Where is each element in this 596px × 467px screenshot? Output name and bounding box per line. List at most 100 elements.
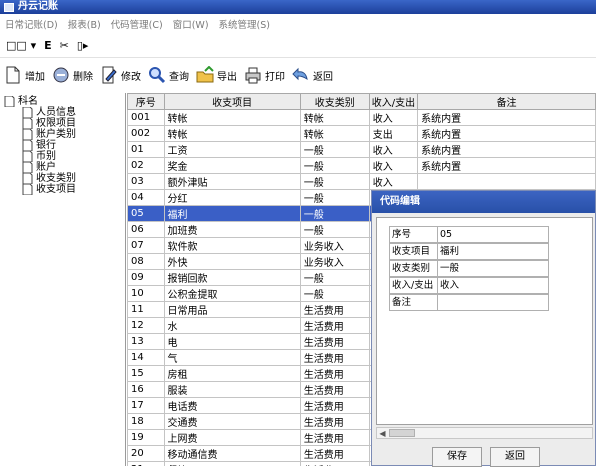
col-header-item[interactable]: 收支项目 [163,93,301,110]
menu-report[interactable]: 报表(B) [68,17,101,31]
cell-item: 转帐 [163,125,301,142]
document-icon [4,96,15,107]
table-row[interactable]: 001 转帐 转帐 收入 系统内置 [127,109,596,126]
horizontal-scrollbar[interactable]: ◀ [376,427,593,439]
table-row[interactable]: 02 奖金 一般 收入 系统内置 [127,157,596,174]
document-icon [22,118,33,129]
delete-button[interactable]: 删除 [52,66,93,84]
cell-item: 气 [163,349,301,366]
tree-item-income-item[interactable]: 收支项目 [22,184,76,195]
field-direction-input[interactable]: 收入 [437,277,549,294]
cell-category: 生活费用 [299,397,370,414]
tree-item-label: 币别 [36,151,56,162]
tree-item-label: 银行 [36,140,56,151]
cell-category: 生活费用 [299,301,370,318]
cell-category: 一般 [299,221,370,238]
back-button[interactable]: 返回 [292,66,333,84]
cell-no: 05 [127,205,165,222]
col-header-direction[interactable]: 收入/支出 [368,93,419,110]
save-button[interactable]: 保存 [432,447,482,467]
tree-item-permissions[interactable]: 权限项目 [22,118,76,129]
tree-item-personnel[interactable]: 人员信息 [22,107,76,118]
col-header-no[interactable]: 序号 [127,93,165,110]
cell-no: 16 [127,381,165,398]
table-row[interactable]: 03 额外津贴 一般 收入 [127,173,596,190]
cell-item: 转帐 [163,109,301,126]
cell-no: 002 [127,125,165,142]
dialog-back-button[interactable]: 返回 [490,447,540,467]
cell-category: 转帐 [299,125,370,142]
scroll-thumb[interactable] [389,429,415,437]
document-icon [22,129,33,140]
cell-category: 生活费用 [299,365,370,382]
tree-item-label: 人员信息 [36,107,76,118]
document-icon [22,107,33,118]
cell-category: 一般 [299,285,370,302]
printer-icon [245,67,261,84]
field-item-input[interactable]: 福利 [437,243,549,260]
scroll-left-icon[interactable]: ◀ [378,429,387,438]
menu-code[interactable]: 代码管理(C) [111,17,163,31]
tool-strip: □□ ▾ E ✂ ▯▸ [0,34,596,58]
print-button[interactable]: 打印 [244,66,285,84]
tree-root-label: 科名 [18,96,38,107]
edit-button[interactable]: 修改 [100,66,141,84]
dialog-form: 序号 05 收支项目 福利 收支类别 一般 收入/支出 收入 备注 [376,217,593,425]
query-button[interactable]: 查询 [148,66,189,84]
cell-no: 19 [127,429,165,446]
add-button[interactable]: 增加 [4,66,45,84]
tree-item-bank[interactable]: 银行 [22,140,56,151]
menu-daily[interactable]: 日常记账(D) [5,17,58,31]
cell-category: 转帐 [299,109,370,126]
menu-system[interactable]: 系统管理(S) [219,17,270,31]
document-icon [6,66,20,84]
cell-no: 03 [127,173,165,190]
field-no-input[interactable]: 05 [437,226,549,243]
table-row[interactable]: 01 工资 一般 收入 系统内置 [127,141,596,158]
tree-item-account-type[interactable]: 账户类别 [22,129,76,140]
format-icon[interactable]: E [44,39,52,52]
menu-bar: 日常记账(D) 报表(B) 代码管理(C) 窗口(W) 系统管理(S) [0,15,596,33]
field-row-remark: 备注 [389,294,549,311]
window-icon[interactable]: ▯▸ [77,39,89,52]
field-remark-input[interactable] [437,294,549,311]
cell-direction: 收入 [368,173,419,190]
tree-root[interactable]: 科名 [4,96,38,107]
title-bar: 丹云记账 [0,0,596,14]
cell-no: 001 [127,109,165,126]
document-icon [22,162,33,173]
document-icon [22,173,33,184]
print-label: 打印 [265,71,285,83]
field-label: 备注 [389,294,437,311]
cell-item: 工资 [163,141,301,158]
col-header-remark[interactable]: 备注 [417,93,596,110]
document-icon [22,184,33,195]
folder-export-icon [196,66,214,83]
col-header-category[interactable]: 收支类别 [299,93,370,110]
tree-item-income-category[interactable]: 收支类别 [22,173,76,184]
cell-category: 生活费用 [299,461,370,466]
table-row[interactable]: 002 转帐 转帐 支出 系统内置 [127,125,596,142]
cell-no: 02 [127,157,165,174]
cell-no: 04 [127,189,165,206]
cell-category: 业务收入 [299,253,370,270]
cell-item: 分红 [163,189,301,206]
cut-icon[interactable]: ✂ [60,39,69,52]
cell-no: 06 [127,221,165,238]
tree-item-currency[interactable]: 币别 [22,151,56,162]
delete-label: 删除 [73,71,93,83]
menu-window[interactable]: 窗口(W) [173,17,209,31]
cell-category: 生活费用 [299,349,370,366]
tree-item-account[interactable]: 账户 [22,162,56,173]
export-label: 导出 [217,71,237,83]
layout-icon[interactable]: □□ ▾ [6,39,36,52]
field-category-input[interactable]: 一般 [437,260,549,277]
export-button[interactable]: 导出 [196,66,237,84]
cell-remark [417,173,596,190]
cell-category: 生活费用 [299,445,370,462]
cell-category: 生活费用 [299,413,370,430]
cell-item: 水 [163,317,301,334]
cell-category: 一般 [299,173,370,190]
cell-remark: 系统内置 [417,141,596,158]
cell-category: 一般 [299,157,370,174]
